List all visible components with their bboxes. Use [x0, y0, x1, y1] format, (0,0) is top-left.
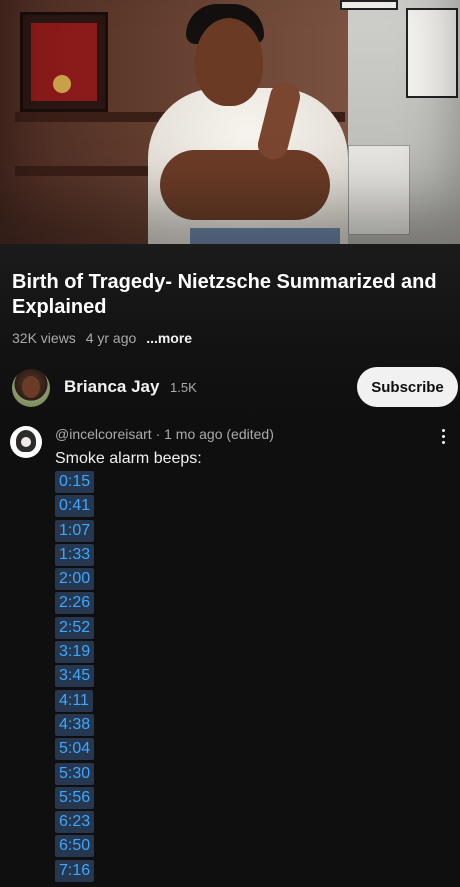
view-count: 32K views [12, 330, 76, 346]
video-info-panel: Birth of Tragedy- Nietzsche Summarized a… [0, 244, 460, 421]
timestamp-link[interactable]: 5:56 [55, 786, 95, 809]
timestamp-link[interactable]: 5:04 [55, 738, 95, 761]
timestamp-item: 0:41 [55, 495, 95, 519]
timestamp-item: 4:11 [55, 689, 94, 714]
timestamp-item: 1:07 [55, 519, 95, 544]
subscribe-button[interactable]: Subscribe [357, 367, 458, 407]
timestamp-item: 4:38 [55, 713, 95, 738]
subscriber-count: 1.5K [170, 380, 197, 395]
video-player[interactable] [0, 0, 460, 244]
timestamp-item: 3:19 [55, 641, 95, 665]
upload-age: 4 yr ago [85, 330, 137, 346]
channel-row: Brianca Jay 1.5K Subscribe [0, 366, 460, 416]
timestamp-link[interactable]: 2:00 [55, 568, 95, 591]
timestamp-link[interactable]: 6:50 [55, 835, 95, 858]
timestamp-link[interactable]: 1:33 [55, 543, 95, 566]
timestamp-item: 3:45 [55, 665, 95, 689]
timestamp-item: 2:00 [55, 568, 95, 592]
timestamp-item: 6:50 [55, 835, 95, 859]
timestamp-item: 5:30 [55, 762, 95, 787]
timestamp-item: 2:52 [55, 616, 95, 641]
timestamp-link[interactable]: 3:45 [55, 665, 95, 688]
more-link[interactable]: ...more [146, 330, 192, 346]
timestamp-link[interactable]: 4:38 [55, 713, 95, 736]
timestamp-link[interactable]: 2:52 [55, 616, 95, 639]
timestamp-link[interactable]: 4:11 [55, 689, 93, 712]
timestamp-link[interactable]: 3:19 [55, 641, 95, 664]
timestamp-item: 6:23 [55, 811, 95, 835]
timestamp-item: 0:15 [55, 471, 95, 495]
timestamp-item: 2:26 [55, 592, 95, 616]
commenter-avatar[interactable] [10, 426, 42, 458]
timestamp-link[interactable]: 0:15 [55, 471, 95, 493]
timestamp-list: 0:15 0:41 1:07 1:33 2:00 2:26 2:52 3:19 3:45 4:11… [55, 471, 95, 884]
channel-avatar[interactable] [12, 369, 50, 407]
timestamp-item: 7:16 [55, 859, 95, 884]
timestamp-link[interactable]: 2:26 [55, 592, 95, 615]
timestamp-link[interactable]: 5:30 [55, 762, 95, 785]
video-meta: 32K views 4 yr ago ...more [12, 330, 198, 346]
timestamp-link[interactable]: 0:41 [55, 495, 95, 518]
timestamp-link[interactable]: 7:16 [55, 859, 95, 882]
more-options-icon[interactable] [440, 429, 446, 449]
timestamp-item: 5:56 [55, 786, 95, 811]
comment-author-line[interactable]: @incelcoreisart · 1 mo ago (edited) [55, 426, 274, 442]
timestamp-item: 1:33 [55, 543, 95, 568]
timestamp-link[interactable]: 6:23 [55, 811, 95, 834]
video-title[interactable]: Birth of Tragedy- Nietzsche Summarized a… [12, 270, 452, 320]
timestamp-item: 5:04 [55, 738, 95, 762]
channel-name[interactable]: Brianca Jay [64, 377, 159, 397]
timestamp-link[interactable]: 1:07 [55, 519, 95, 542]
comment-section: @incelcoreisart · 1 mo ago (edited) Smok… [0, 421, 460, 887]
comment-text: Smoke alarm beeps: [55, 450, 202, 467]
